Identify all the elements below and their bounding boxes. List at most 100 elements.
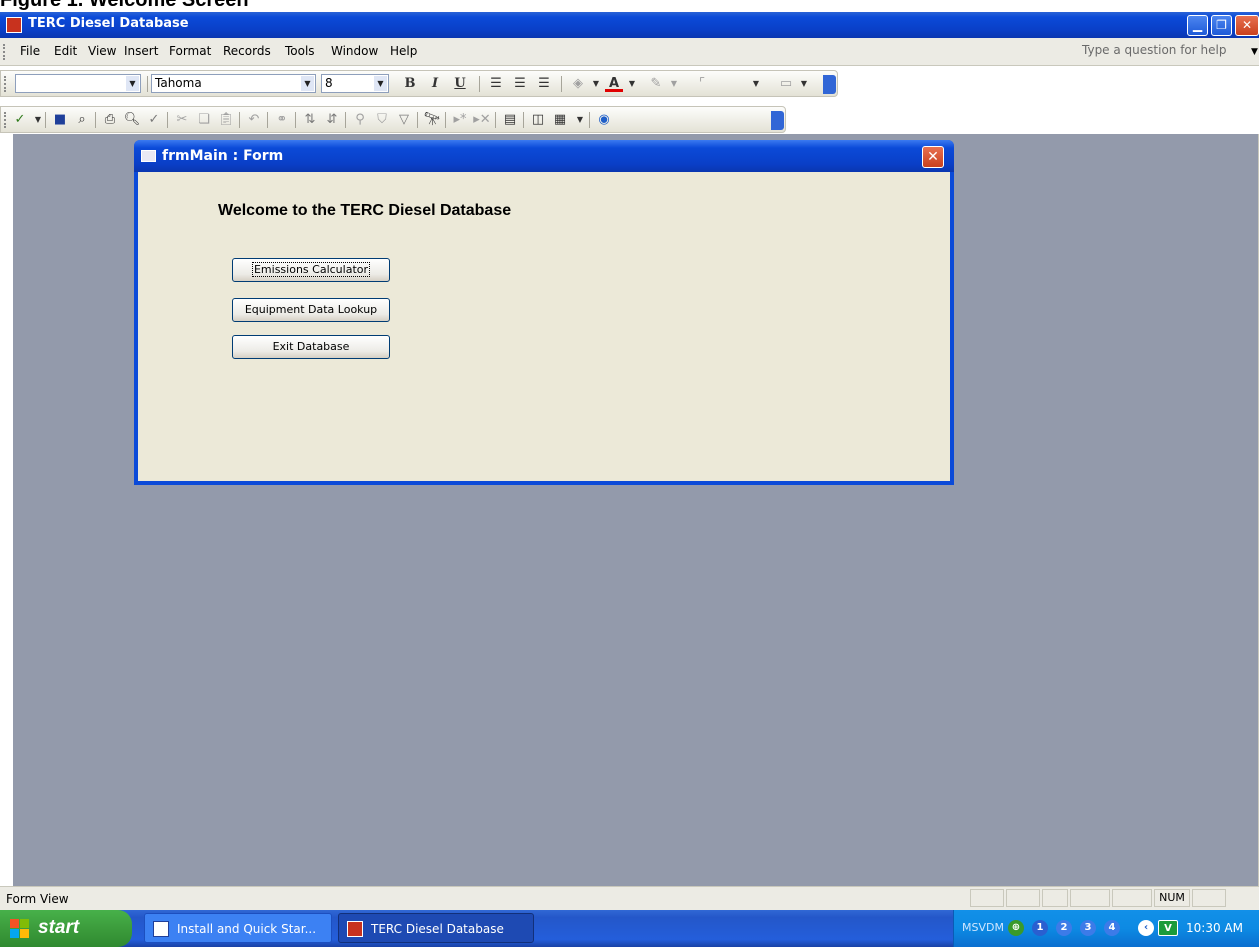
- border-icon[interactable]: ⌜: [693, 75, 711, 93]
- restore-button[interactable]: ❐: [1211, 15, 1232, 36]
- paste-icon[interactable]: 📋︎: [217, 111, 235, 129]
- menu-insert[interactable]: Insert: [124, 44, 158, 58]
- chevron-down-icon[interactable]: ▼: [623, 75, 641, 93]
- cut-icon[interactable]: ✂: [173, 111, 191, 129]
- chevron-down-icon[interactable]: ▼: [126, 76, 139, 91]
- form-close-button[interactable]: ✕: [922, 146, 944, 168]
- emissions-calculator-button[interactable]: Emissions Calculator: [232, 258, 390, 282]
- start-label: start: [38, 917, 80, 938]
- bold-button[interactable]: B: [401, 75, 419, 93]
- chevron-down-icon[interactable]: ▼: [747, 75, 765, 93]
- chevron-left-icon[interactable]: ‹: [1138, 920, 1154, 936]
- chevron-down-icon[interactable]: ▼: [374, 76, 387, 91]
- hyperlink-icon[interactable]: ⚭: [273, 111, 291, 129]
- font-size-combo[interactable]: 8 ▼: [321, 74, 389, 93]
- align-left-icon[interactable]: ☰: [487, 75, 505, 93]
- status-bar: Form View NUM: [0, 886, 1259, 911]
- toolbar-separator: [147, 76, 148, 92]
- new-object-icon[interactable]: ▦: [551, 111, 569, 129]
- help-question-input[interactable]: Type a question for help: [1082, 43, 1252, 61]
- save-icon[interactable]: ■: [51, 111, 69, 129]
- line-width-icon[interactable]: ▭: [777, 75, 795, 93]
- print-preview-icon[interactable]: 🔍︎: [123, 111, 141, 129]
- sort-descending-icon[interactable]: ⇵: [323, 111, 341, 129]
- system-tray: MSVDM ⊕ 1 2 3 4 ‹ V 10:30 AM: [953, 910, 1259, 947]
- find-icon[interactable]: 🔭︎: [423, 111, 441, 129]
- undo-icon[interactable]: ↶: [245, 111, 263, 129]
- toolbar-separator: [417, 112, 418, 128]
- form-icon[interactable]: [141, 150, 156, 162]
- font-name-combo[interactable]: Tahoma ▼: [151, 74, 316, 93]
- equipment-data-lookup-button[interactable]: Equipment Data Lookup: [232, 298, 390, 322]
- menu-file[interactable]: File: [20, 44, 40, 58]
- menu-format[interactable]: Format: [169, 44, 211, 58]
- access-app-icon[interactable]: [6, 17, 22, 33]
- search-icon[interactable]: ⌕: [73, 111, 91, 129]
- apply-filter-icon[interactable]: ▽: [395, 111, 413, 129]
- menu-help[interactable]: Help: [390, 44, 417, 58]
- chevron-down-icon[interactable]: ▼: [571, 111, 589, 129]
- help-icon[interactable]: ◉: [595, 111, 613, 129]
- delete-record-icon[interactable]: ▸✕: [473, 111, 491, 129]
- exit-database-button[interactable]: Exit Database: [232, 335, 390, 359]
- menu-grip-icon[interactable]: [3, 44, 8, 60]
- form-view-toolbar: ✓ ▼ ■ ⌕ ⎙ 🔍︎ ✓ ✂ ❏ 📋︎ ↶ ⚭ ⇅ ⇵ ⚲ ⛉ ▽ 🔭︎ ▸…: [0, 106, 786, 133]
- toolbar-grip-icon[interactable]: [4, 76, 9, 92]
- welcome-heading: Welcome to the TERC Diesel Database: [218, 202, 512, 219]
- toolbar-separator: [167, 112, 168, 128]
- menu-view[interactable]: View: [88, 44, 116, 58]
- minimize-button[interactable]: ▁: [1187, 15, 1208, 36]
- menu-tools[interactable]: Tools: [285, 44, 315, 58]
- underline-button[interactable]: U: [451, 75, 469, 93]
- menu-window[interactable]: Window: [331, 44, 378, 58]
- vmware-icon[interactable]: V: [1158, 920, 1178, 936]
- taskbar-item-word[interactable]: Install and Quick Star...: [144, 913, 332, 943]
- toolbar-separator: [295, 112, 296, 128]
- object-combo[interactable]: ▼: [15, 74, 141, 93]
- desktop-1-icon[interactable]: 1: [1032, 920, 1048, 936]
- desktop-3-icon[interactable]: 3: [1080, 920, 1096, 936]
- close-button[interactable]: ✕: [1235, 15, 1259, 36]
- toolbar-options-icon[interactable]: [823, 75, 836, 94]
- taskbar-item-label: Install and Quick Star...: [177, 922, 317, 936]
- form-title-bar[interactable]: frmMain : Form ✕: [134, 140, 954, 172]
- desktop-4-icon[interactable]: 4: [1104, 920, 1120, 936]
- chevron-down-icon[interactable]: ▼: [795, 75, 813, 93]
- app-title: TERC Diesel Database: [28, 16, 189, 31]
- desktop-2-icon[interactable]: 2: [1056, 920, 1072, 936]
- align-right-icon[interactable]: ☰: [535, 75, 553, 93]
- word-document-icon: [153, 921, 169, 937]
- toolbar-grip-icon[interactable]: [4, 112, 9, 128]
- taskbar-item-terc[interactable]: TERC Diesel Database: [338, 913, 534, 943]
- italic-button[interactable]: I: [426, 75, 444, 93]
- line-color-icon[interactable]: ✎: [647, 75, 665, 93]
- formatting-toolbar: ▼ Tahoma ▼ 8 ▼ B I U ☰ ☰ ☰ ◈ ▼ A ▼ ✎ ▼ ⌜…: [0, 70, 838, 97]
- print-icon[interactable]: ⎙: [101, 111, 119, 129]
- start-button[interactable]: start: [0, 910, 132, 947]
- network-icon[interactable]: ⊕: [1008, 920, 1024, 936]
- fill-color-icon[interactable]: ◈: [569, 75, 587, 93]
- sort-ascending-icon[interactable]: ⇅: [301, 111, 319, 129]
- view-icon[interactable]: ✓: [11, 111, 29, 129]
- copy-icon[interactable]: ❏: [195, 111, 213, 129]
- font-color-icon[interactable]: A: [605, 75, 623, 92]
- database-window-icon[interactable]: ◫: [529, 111, 547, 129]
- chevron-down-icon[interactable]: ▼: [301, 76, 314, 91]
- align-center-icon[interactable]: ☰: [511, 75, 529, 93]
- properties-icon[interactable]: ▤: [501, 111, 519, 129]
- menu-records[interactable]: Records: [223, 44, 271, 58]
- spelling-icon[interactable]: ✓: [145, 111, 163, 129]
- figure-caption: Figure 1. Welcome Screen: [0, 0, 249, 11]
- form-window: frmMain : Form ✕ Welcome to the TERC Die…: [134, 140, 954, 485]
- toolbar-separator: [45, 112, 46, 128]
- new-record-icon[interactable]: ▸*: [451, 111, 469, 129]
- chevron-down-icon[interactable]: ▼: [587, 75, 605, 93]
- filter-by-form-icon[interactable]: ⛉: [373, 111, 391, 129]
- app-title-bar[interactable]: TERC Diesel Database ▁ ❐ ✕: [0, 12, 1259, 38]
- chevron-down-icon[interactable]: ▼: [665, 75, 683, 93]
- filter-by-selection-icon[interactable]: ⚲: [351, 111, 369, 129]
- clock[interactable]: 10:30 AM: [1186, 921, 1243, 935]
- menu-edit[interactable]: Edit: [54, 44, 77, 58]
- toolbar-options-icon[interactable]: [771, 111, 784, 130]
- help-dropdown-icon[interactable]: ▼: [1251, 47, 1258, 57]
